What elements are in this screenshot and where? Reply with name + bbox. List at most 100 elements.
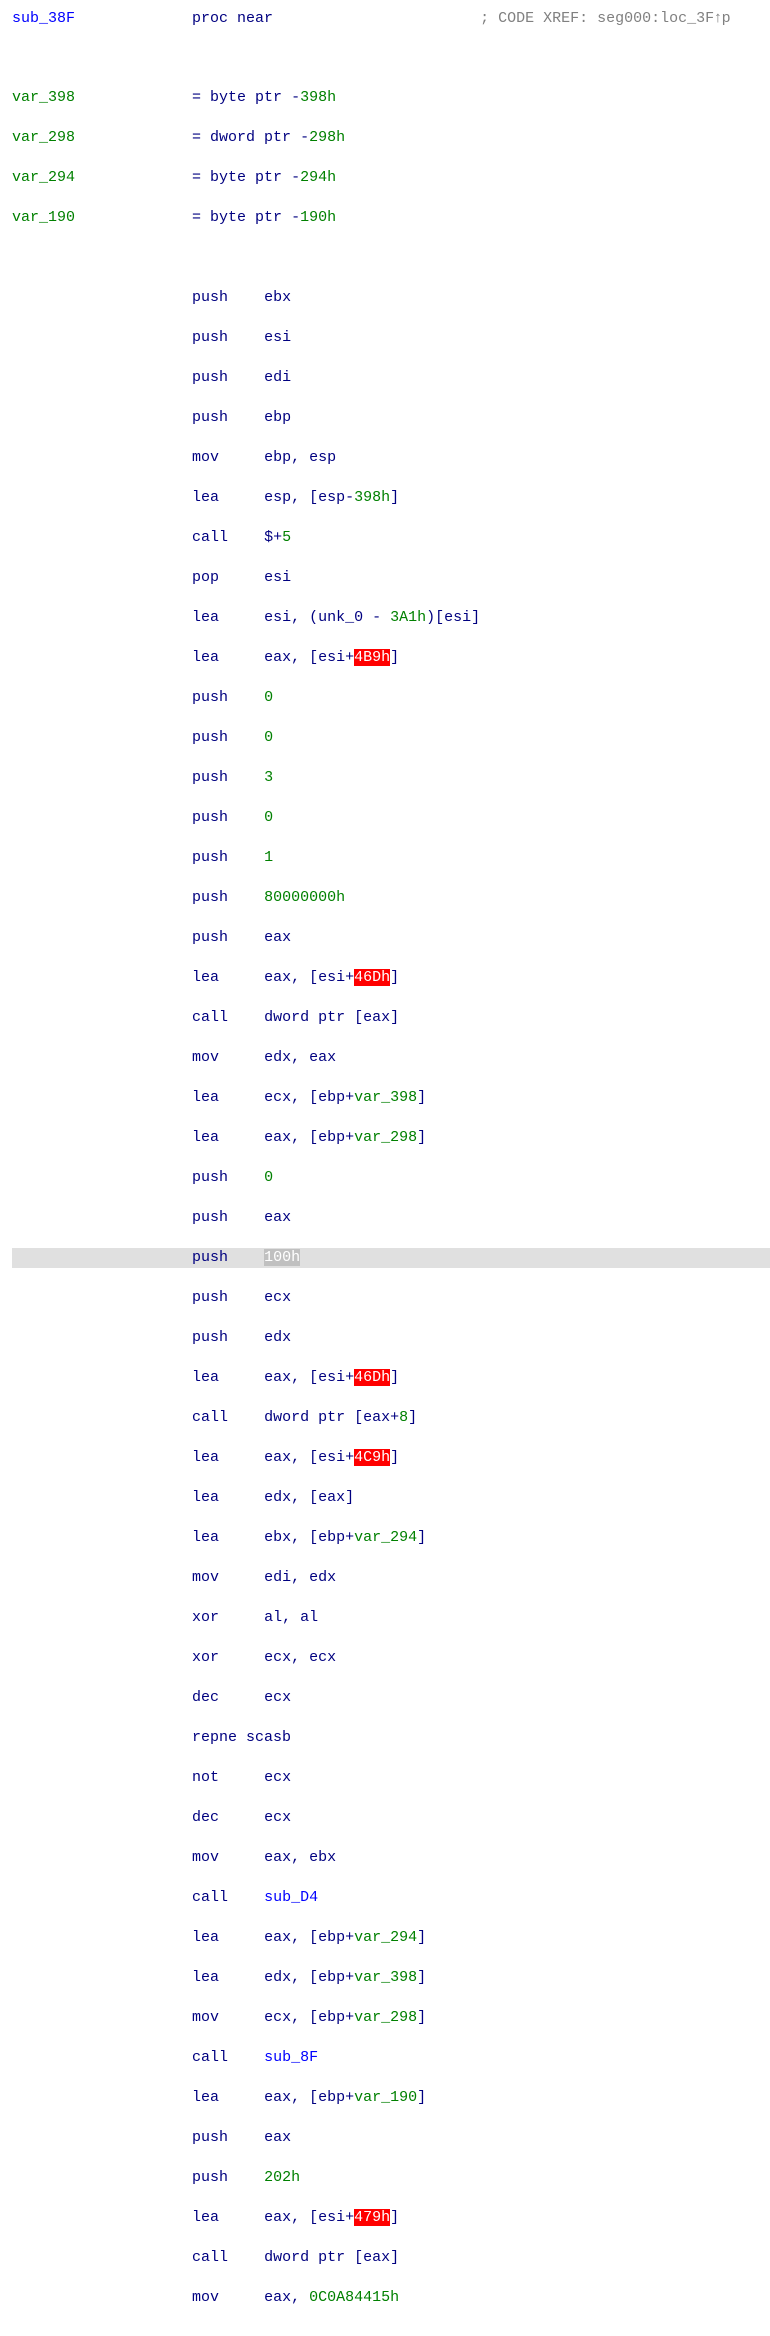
operand: ] bbox=[417, 2009, 426, 2026]
operand: )[esi] bbox=[426, 609, 480, 626]
disasm-line[interactable]: push 80000000h bbox=[12, 888, 770, 908]
mnemonic: dec bbox=[192, 1809, 219, 1826]
disasm-line[interactable]: not ecx bbox=[12, 1768, 770, 1788]
disasm-line[interactable]: push eax bbox=[12, 1208, 770, 1228]
disasm-line[interactable]: push 100h bbox=[12, 1248, 770, 1268]
disasm-line[interactable]: pop esi bbox=[12, 568, 770, 588]
disasm-line[interactable]: xor al, al bbox=[12, 1608, 770, 1628]
operand: var_298 bbox=[354, 1129, 417, 1146]
mnemonic: call bbox=[192, 529, 228, 546]
operand: ] bbox=[417, 1529, 426, 1546]
operand: var_298 bbox=[354, 2009, 417, 2026]
disasm-line[interactable]: lea esi, (unk_0 - 3A1h)[esi] bbox=[12, 608, 770, 628]
disasm-line[interactable]: lea ebx, [ebp+var_294] bbox=[12, 1528, 770, 1548]
operand: edx, eax bbox=[264, 1049, 336, 1066]
operand: ecx, [ebp+ bbox=[264, 1089, 354, 1106]
disasm-line[interactable]: push eax bbox=[12, 2128, 770, 2148]
mnemonic: call bbox=[192, 1889, 228, 1906]
operand: esi, (unk_0 - bbox=[264, 609, 390, 626]
disasm-line[interactable]: push 0 bbox=[12, 728, 770, 748]
operand: edi, edx bbox=[264, 1569, 336, 1586]
disasm-line[interactable]: lea eax, [esi+4C9h] bbox=[12, 1448, 770, 1468]
disasm-line[interactable]: push 1 bbox=[12, 848, 770, 868]
operand: var_398 bbox=[354, 1089, 417, 1106]
disasm-line[interactable]: push edx bbox=[12, 1328, 770, 1348]
operand: sub_8F bbox=[264, 2049, 318, 2066]
disasm-line[interactable]: push ecx bbox=[12, 1288, 770, 1308]
disassembly-listing[interactable]: sub_38F proc near ; CODE XREF: seg000:lo… bbox=[0, 0, 770, 2336]
mnemonic: call bbox=[192, 1009, 228, 1026]
mnemonic: push bbox=[192, 2129, 228, 2146]
disasm-line[interactable]: mov edx, eax bbox=[12, 1048, 770, 1068]
operand: 202h bbox=[264, 2169, 300, 2186]
disasm-line[interactable]: call $+5 bbox=[12, 528, 770, 548]
operand: eax, [esi+ bbox=[264, 2209, 354, 2226]
mnemonic: mov bbox=[192, 2289, 219, 2306]
mnemonic: mov bbox=[192, 1849, 219, 1866]
disasm-line[interactable]: push 3 bbox=[12, 768, 770, 788]
mnemonic: push bbox=[192, 1329, 228, 1346]
disasm-line[interactable]: var_398 = byte ptr -398h bbox=[12, 88, 770, 108]
mnemonic: repne scasb bbox=[192, 1729, 291, 1746]
disasm-line[interactable]: var_298 = dword ptr -298h bbox=[12, 128, 770, 148]
mnemonic: dec bbox=[192, 1689, 219, 1706]
disasm-line[interactable]: lea ecx, [ebp+var_398] bbox=[12, 1088, 770, 1108]
mnemonic: lea bbox=[192, 1969, 219, 1986]
disasm-line[interactable]: call dword ptr [eax] bbox=[12, 1008, 770, 1028]
disasm-line[interactable]: lea eax, [ebp+var_298] bbox=[12, 1128, 770, 1148]
disasm-line[interactable]: push edi bbox=[12, 368, 770, 388]
mnemonic: pop bbox=[192, 569, 219, 586]
disasm-line[interactable]: lea eax, [esi+46Dh] bbox=[12, 968, 770, 988]
disasm-line[interactable]: lea esp, [esp-398h] bbox=[12, 488, 770, 508]
mnemonic: push bbox=[192, 1289, 228, 1306]
mnemonic: push bbox=[192, 329, 228, 346]
disasm-line[interactable]: push 0 bbox=[12, 808, 770, 828]
disasm-line[interactable]: push ebx bbox=[12, 288, 770, 308]
disasm-line[interactable]: call dword ptr [eax] bbox=[12, 2248, 770, 2268]
disasm-line[interactable]: push esi bbox=[12, 328, 770, 348]
disasm-line[interactable]: mov eax, ebx bbox=[12, 1848, 770, 1868]
operand: edx, [eax] bbox=[264, 1489, 354, 1506]
mnemonic: push bbox=[192, 369, 228, 386]
disasm-line[interactable]: push eax bbox=[12, 928, 770, 948]
operand: 0C0A84415h bbox=[309, 2289, 399, 2306]
disasm-line[interactable]: dec ecx bbox=[12, 1808, 770, 1828]
disasm-line[interactable]: var_294 = byte ptr -294h bbox=[12, 168, 770, 188]
var-decl: = byte ptr - bbox=[192, 89, 300, 106]
disasm-line[interactable] bbox=[12, 48, 770, 68]
disasm-line[interactable]: call sub_D4 bbox=[12, 1888, 770, 1908]
disasm-line[interactable]: push ebp bbox=[12, 408, 770, 428]
operand: ] bbox=[417, 2089, 426, 2106]
disasm-line[interactable]: var_190 = byte ptr -190h bbox=[12, 208, 770, 228]
disasm-line[interactable]: lea eax, [ebp+var_190] bbox=[12, 2088, 770, 2108]
disasm-line[interactable]: push 202h bbox=[12, 2168, 770, 2188]
disasm-line[interactable]: lea eax, [esi+4B9h] bbox=[12, 648, 770, 668]
disasm-line[interactable]: lea edx, [ebp+var_398] bbox=[12, 1968, 770, 1988]
disasm-line[interactable]: dec ecx bbox=[12, 1688, 770, 1708]
operand: eax, [ebp+ bbox=[264, 1929, 354, 1946]
operand: 3 bbox=[264, 769, 273, 786]
disasm-line[interactable] bbox=[12, 248, 770, 268]
operand: ] bbox=[390, 489, 399, 506]
disasm-line[interactable]: lea eax, [esi+46Dh] bbox=[12, 1368, 770, 1388]
disasm-line[interactable]: sub_38F proc near ; CODE XREF: seg000:lo… bbox=[12, 8, 770, 28]
disasm-line[interactable]: lea eax, [esi+479h] bbox=[12, 2208, 770, 2228]
disasm-line[interactable]: repne scasb bbox=[12, 1728, 770, 1748]
disasm-line[interactable]: mov edi, edx bbox=[12, 1568, 770, 1588]
mnemonic: push bbox=[192, 1249, 228, 1266]
disasm-line[interactable]: xor ecx, ecx bbox=[12, 1648, 770, 1668]
disasm-line[interactable]: mov ecx, [ebp+var_298] bbox=[12, 2008, 770, 2028]
mnemonic: call bbox=[192, 1409, 228, 1426]
operand: eax bbox=[264, 1209, 291, 1226]
disasm-line[interactable]: mov eax, 0C0A84415h bbox=[12, 2288, 770, 2308]
disasm-line[interactable]: call sub_8F bbox=[12, 2048, 770, 2068]
disasm-line[interactable]: call dword ptr [eax+8] bbox=[12, 1408, 770, 1428]
disasm-line[interactable]: push 0 bbox=[12, 1168, 770, 1188]
disasm-line[interactable]: lea edx, [eax] bbox=[12, 1488, 770, 1508]
disasm-line[interactable]: lea eax, [ebp+var_294] bbox=[12, 1928, 770, 1948]
operand: al, al bbox=[264, 1609, 318, 1626]
disasm-line[interactable]: mov ebp, esp bbox=[12, 448, 770, 468]
operand: ecx, [ebp+ bbox=[264, 2009, 354, 2026]
operand: sub_D4 bbox=[264, 1889, 318, 1906]
disasm-line[interactable]: push 0 bbox=[12, 688, 770, 708]
